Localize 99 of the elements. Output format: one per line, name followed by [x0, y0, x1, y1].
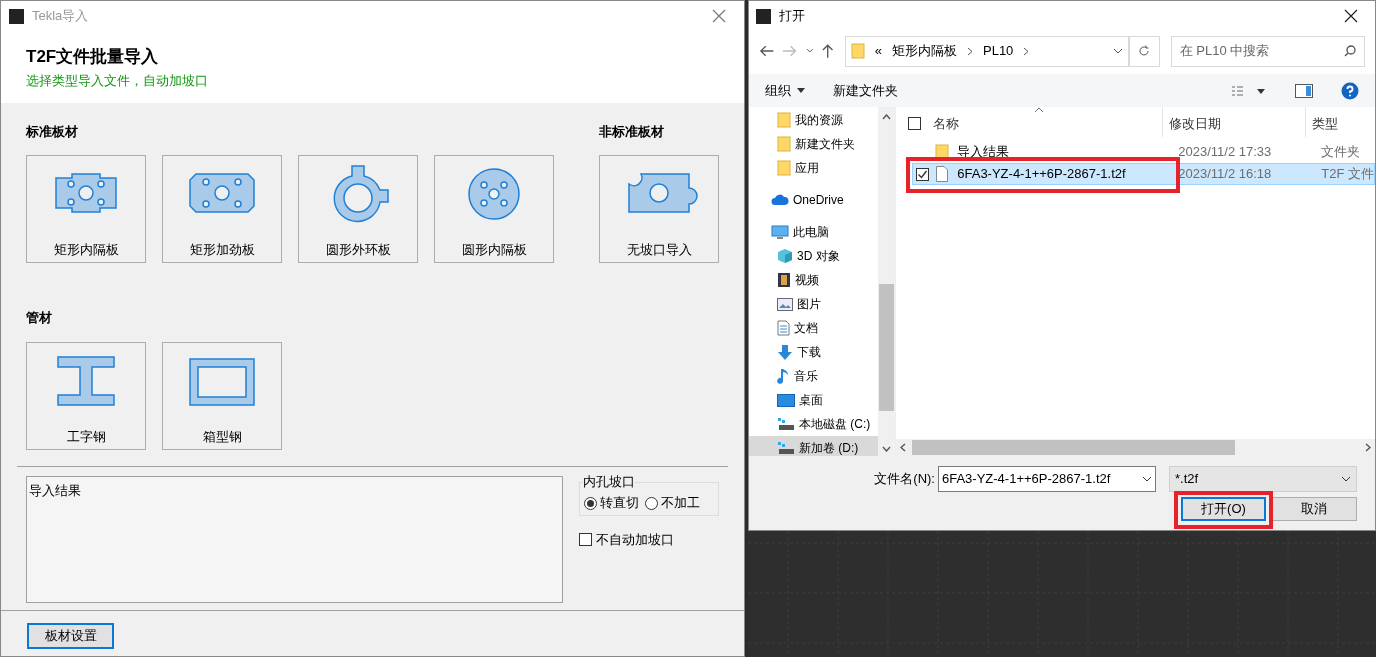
file-date: 2023/11/2 17:33 — [1178, 143, 1273, 162]
row-checkbox[interactable] — [916, 167, 930, 181]
result-text-area[interactable]: 导入结果 — [26, 476, 563, 603]
back-arrow-icon[interactable] — [759, 44, 775, 58]
drive-icon — [777, 441, 795, 455]
navigation-item[interactable]: 下载 — [749, 340, 887, 364]
chevron-down-icon — [882, 446, 892, 452]
close-icon — [712, 9, 726, 23]
folder-icon — [850, 43, 865, 59]
scrollbar-thumb[interactable] — [912, 440, 1236, 455]
music-note-icon — [777, 367, 790, 385]
caret-icon — [797, 88, 805, 93]
picture-icon — [777, 297, 793, 311]
section-title: 管材 — [26, 308, 53, 327]
open-button[interactable]: 打开(O) — [1181, 497, 1266, 521]
folder-icon — [777, 160, 791, 176]
filename-label: 文件名(N): — [874, 470, 935, 489]
chevron-up-icon — [882, 114, 892, 120]
app-logo-icon — [756, 8, 771, 24]
organize-menu[interactable]: 组织 — [765, 80, 805, 101]
cancel-button[interactable]: 取消 — [1271, 497, 1357, 521]
plate-settings-button[interactable]: 板材设置 — [27, 623, 114, 649]
heading: T2F文件批量导入 — [26, 47, 160, 67]
address-bar[interactable]: « 矩形内隔板 PL10 — [844, 35, 1129, 67]
plate-type-button[interactable]: 矩形内隔板 — [26, 154, 146, 263]
navigation-item[interactable]: 视频 — [749, 268, 887, 292]
breadcrumb-item[interactable]: « — [874, 41, 882, 61]
chevron-right-icon — [1023, 46, 1030, 56]
navigation-item[interactable]: 本地磁盘 (C:) — [749, 412, 887, 436]
folder-icon — [777, 136, 791, 152]
app-logo-icon — [9, 8, 24, 24]
file-date: 2023/11/2 16:18 — [1178, 165, 1273, 184]
new-folder-button[interactable]: 新建文件夹 — [833, 80, 898, 101]
section-title: 标准板材 — [26, 123, 79, 141]
view-options-icon[interactable] — [1231, 84, 1267, 97]
group-title: 内孔坡口 — [583, 474, 635, 490]
drive-icon — [777, 417, 795, 431]
plate-type-button[interactable]: 圆形外环板 — [298, 154, 418, 263]
chevron-down-icon — [1341, 476, 1351, 482]
navigation-item[interactable]: 桌面 — [749, 388, 887, 412]
document-icon — [777, 320, 790, 336]
horizontal-scrollbar[interactable] — [896, 439, 1375, 456]
search-field[interactable]: 在 PL10 中搜索 — [1170, 35, 1365, 67]
chevron-down-icon — [1142, 476, 1152, 482]
file-name: 6FA3-YZ-4-1++6P-2867-1.t2f — [956, 165, 1127, 184]
cloud-icon — [771, 194, 789, 206]
navigation-item[interactable]: OneDrive — [749, 188, 887, 212]
select-all-checkbox[interactable] — [908, 117, 922, 130]
dialog-title: 打开 — [779, 7, 805, 26]
navigation-item[interactable]: 图片 — [749, 292, 887, 316]
plate-type-button[interactable]: 箱型钢 — [162, 342, 282, 450]
column-header[interactable]: 类型 — [1305, 107, 1375, 137]
navigation-item[interactable]: 新建文件夹 — [749, 132, 887, 156]
chevron-right-icon — [1365, 443, 1371, 452]
chevron-down-icon[interactable] — [1112, 48, 1123, 54]
radio-option[interactable]: 不加工 — [645, 495, 700, 511]
navigation-item[interactable]: 3D 对象 — [749, 244, 887, 268]
chevron-down-icon[interactable] — [805, 48, 814, 54]
section-title: 非标准板材 — [599, 123, 665, 141]
help-icon[interactable] — [1341, 81, 1359, 100]
subtitle: 选择类型导入文件，自动加坡口 — [26, 72, 209, 90]
search-icon — [1344, 45, 1356, 57]
file-icon — [936, 166, 949, 182]
download-arrow-icon — [777, 343, 793, 361]
window-title: Tekla导入 — [32, 7, 89, 26]
navigation-item[interactable]: 音乐 — [749, 364, 887, 388]
file-type: 文件夹 — [1321, 143, 1362, 162]
plate-type-button[interactable]: 矩形加劲板 — [162, 154, 282, 263]
folder-icon — [777, 112, 791, 128]
radio-circle[interactable] — [584, 496, 597, 510]
film-icon — [777, 272, 791, 288]
column-header[interactable]: 修改日期 — [1162, 107, 1306, 137]
plate-type-button[interactable]: 圆形内隔板 — [434, 154, 554, 263]
desktop-icon — [777, 393, 795, 407]
file-type: T2F 文件 — [1321, 165, 1374, 184]
chevron-right-icon — [967, 46, 973, 56]
navigation-item[interactable]: 我的资源 — [749, 108, 887, 132]
column-header[interactable]: 名称 — [921, 113, 1163, 137]
scrollbar-thumb[interactable] — [879, 284, 895, 411]
vertical-scrollbar[interactable] — [878, 107, 896, 456]
file-row[interactable]: 6FA3-YZ-4-1++6P-2867-1.t2f 2023/11/2 16:18 T2F 文件 — [912, 163, 1375, 185]
navigation-item[interactable]: 文档 — [749, 316, 887, 340]
preview-pane-icon[interactable] — [1295, 83, 1313, 98]
file-type-dropdown[interactable]: *.t2f — [1169, 466, 1357, 492]
close-icon — [1344, 9, 1358, 23]
chevron-left-icon — [900, 443, 907, 452]
breadcrumb-item[interactable]: 矩形内隔板 — [892, 41, 957, 61]
plate-type-button[interactable]: 无坡口导入 — [599, 154, 719, 263]
filename-field[interactable]: 6FA3-YZ-4-1++6P-2867-1.t2f — [938, 466, 1156, 492]
plate-type-button[interactable]: 工字钢 — [26, 342, 146, 450]
radio-option[interactable]: 转直切 — [584, 495, 639, 511]
navigation-item[interactable]: 应用 — [749, 156, 887, 180]
cube-icon — [777, 248, 793, 264]
breadcrumb-item[interactable]: PL10 — [983, 41, 1014, 61]
navigation-item[interactable]: 此电脑 — [749, 220, 887, 244]
monitor-icon — [771, 224, 789, 240]
no-auto-bevel-checkbox[interactable]: 不自动加坡口 — [579, 530, 719, 550]
refresh-icon — [1138, 45, 1151, 57]
up-arrow-icon[interactable] — [821, 43, 835, 59]
